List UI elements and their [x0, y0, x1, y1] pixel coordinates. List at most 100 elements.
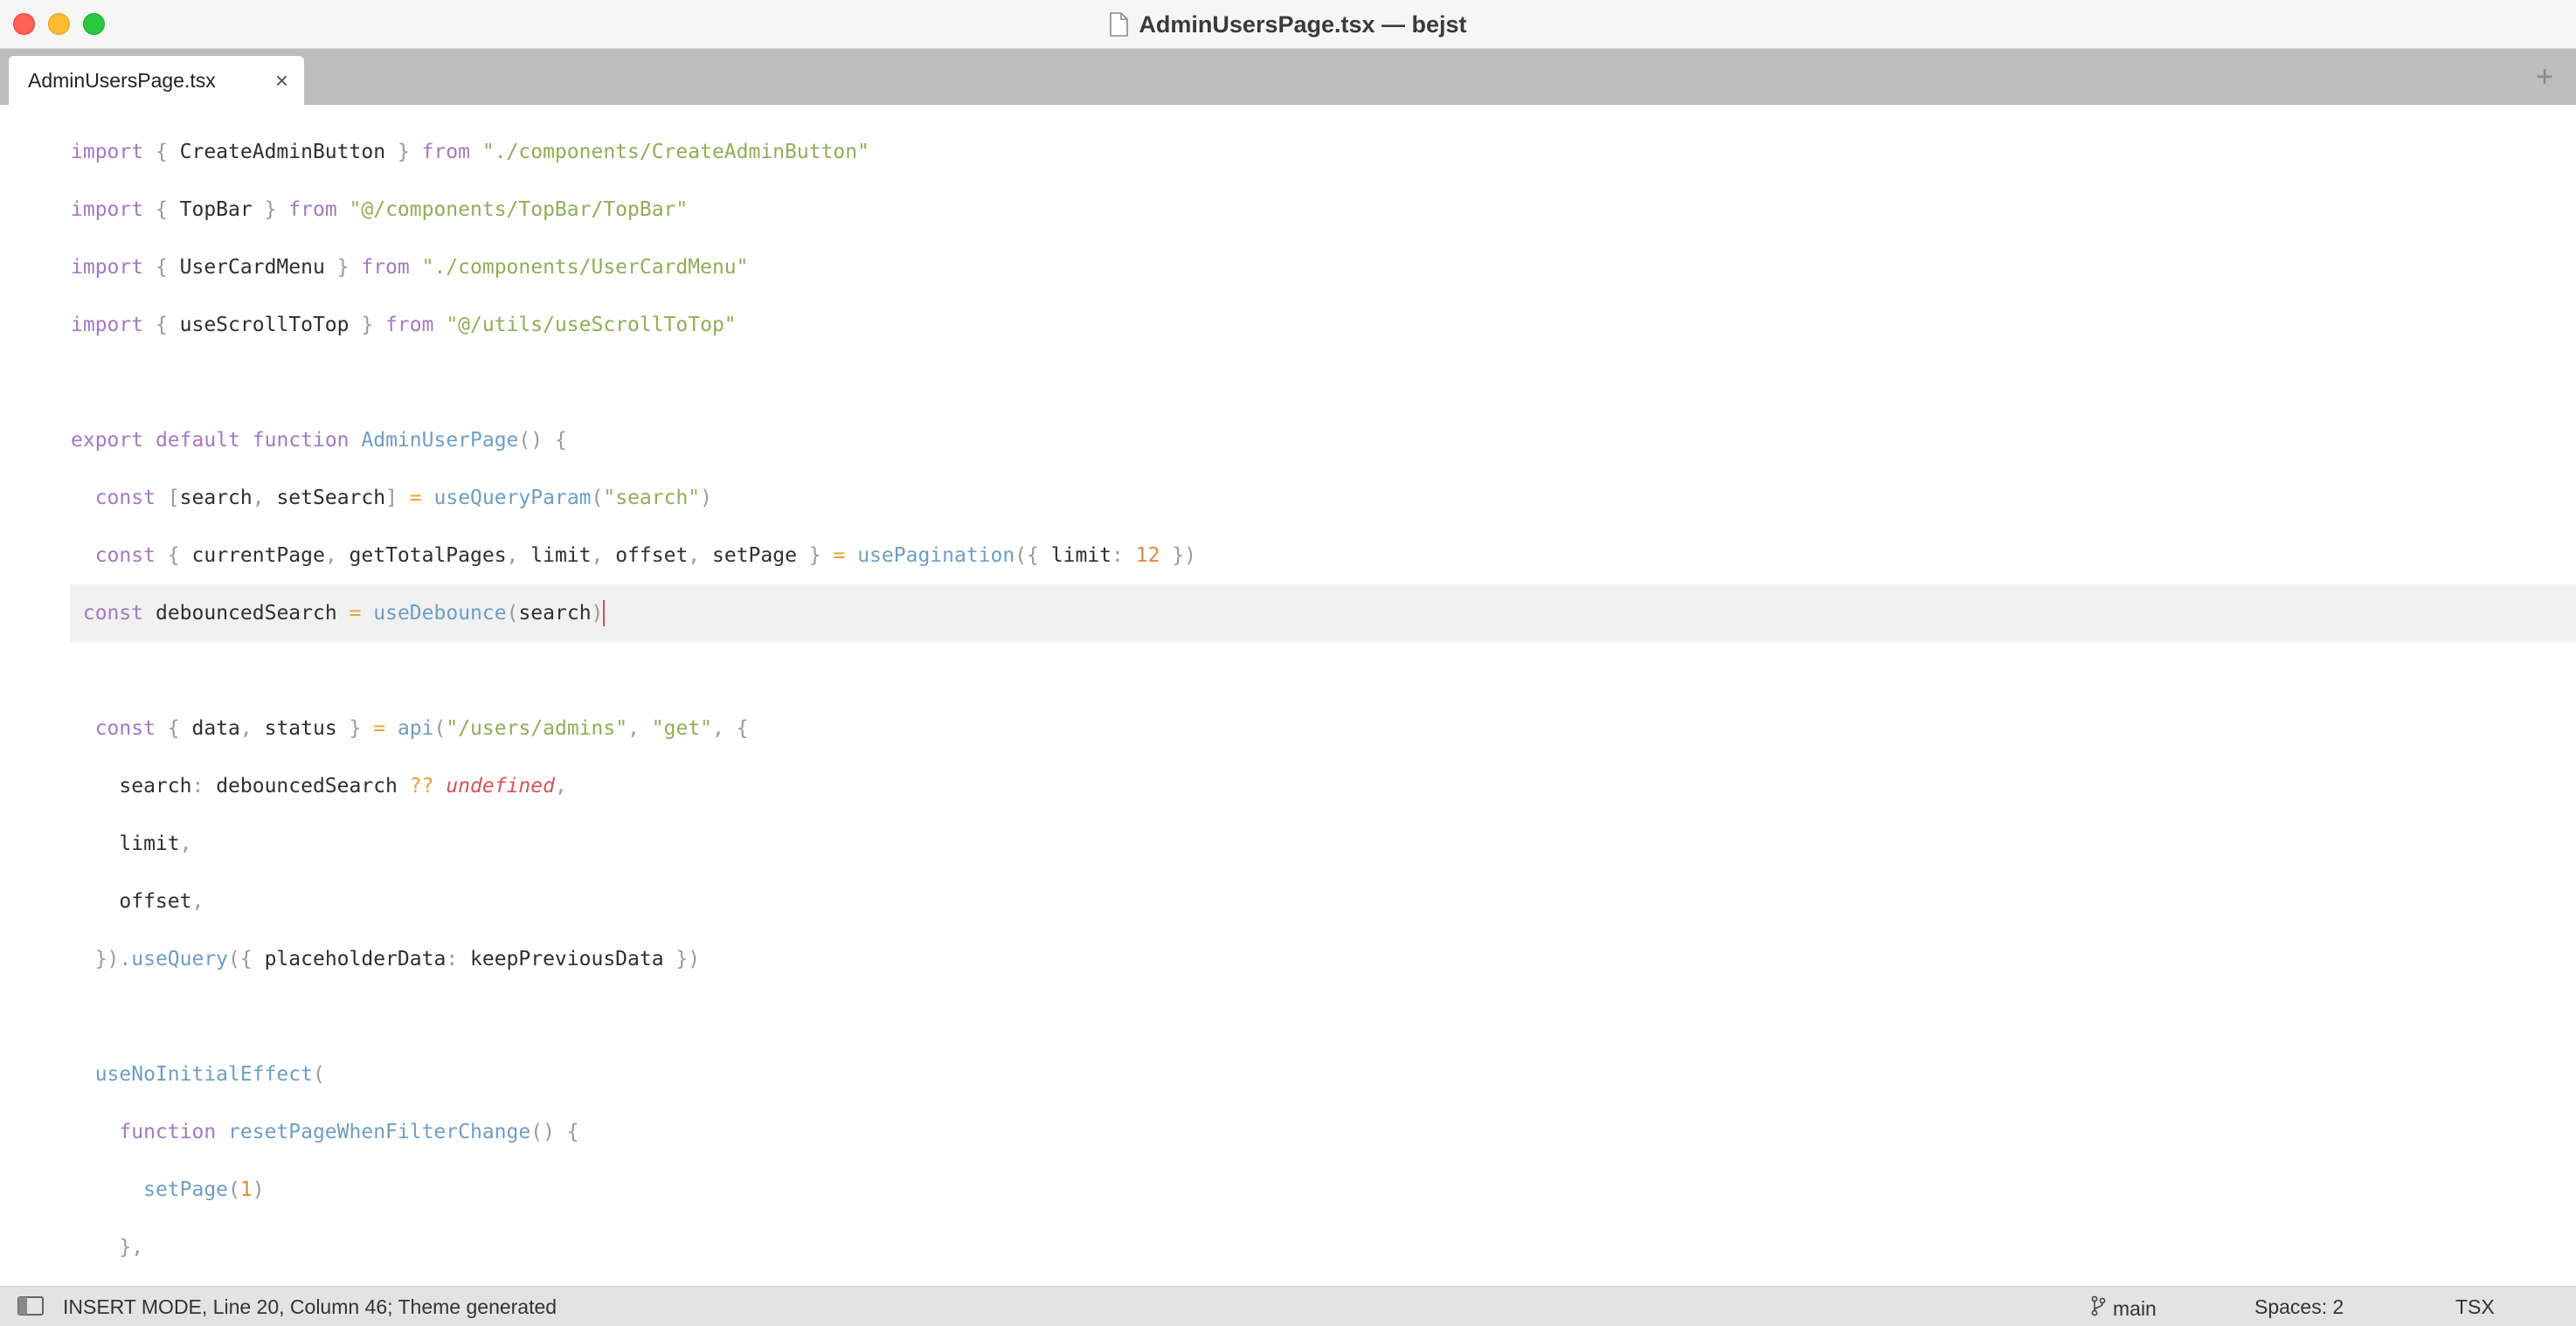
code-line[interactable] — [0, 354, 2576, 411]
code-token: ({ — [228, 948, 265, 970]
code-token: from — [361, 256, 410, 279]
code-token: = — [833, 544, 846, 567]
code-token: from — [421, 141, 470, 163]
code-token: { — [155, 544, 192, 567]
code-line[interactable]: setPage(1) — [0, 1161, 2576, 1219]
code-line[interactable]: export default function AdminUserPage() … — [0, 411, 2576, 469]
code-line[interactable]: useNoInitialEffect( — [0, 1046, 2576, 1103]
code-token: "/users/admins" — [446, 717, 628, 740]
code-token: const — [94, 487, 156, 509]
code-token: AdminUserPage — [361, 429, 519, 452]
tab-admin-users-page[interactable]: AdminUsersPage.tsx × — [9, 56, 304, 105]
code-line[interactable]: import { UserCardMenu } from "./componen… — [0, 238, 2576, 296]
code-token: : — [191, 775, 217, 798]
code-token: ( — [506, 602, 519, 625]
title-bar: AdminUsersPage.tsx — bejst — [0, 0, 2576, 49]
code-token: search — [518, 602, 592, 625]
code-token: UserCardMenu — [179, 256, 325, 279]
code-token: }) — [1160, 544, 1196, 567]
code-token: , { — [712, 717, 749, 740]
code-token: , — [506, 544, 531, 567]
code-token: useQueryParam — [433, 487, 592, 509]
branch-name: main — [2113, 1296, 2157, 1320]
syntax-status[interactable]: TSX — [2455, 1295, 2495, 1319]
code-line[interactable]: function resetPageWhenFilterChange() { — [0, 1103, 2576, 1161]
code-line[interactable]: const { currentPage, getTotalPages, limi… — [0, 527, 2576, 584]
code-line-current[interactable]: const debouncedSearch = useDebounce(sear… — [70, 584, 2576, 642]
code-token: ( — [228, 1178, 240, 1201]
indentation-status[interactable]: Spaces: 2 — [2254, 1295, 2344, 1319]
code-token: import — [71, 314, 144, 336]
code-line[interactable]: import { useScrollToTop } from "@/utils/… — [0, 296, 2576, 354]
code-token: status — [264, 717, 337, 740]
code-line[interactable]: import { CreateAdminButton } from "./com… — [0, 123, 2576, 181]
tab-close-icon[interactable]: × — [275, 68, 288, 93]
code-token: , — [688, 544, 712, 567]
code-line[interactable]: search: debouncedSearch ?? undefined, — [0, 757, 2576, 815]
code-token: data — [191, 717, 240, 740]
code-token: usePagination — [857, 544, 1015, 567]
code-token: = — [349, 602, 362, 625]
code-token: ) — [252, 1178, 265, 1201]
code-token: }). — [71, 948, 132, 970]
code-token: debouncedSearch — [155, 602, 337, 625]
code-token: offset — [615, 544, 689, 567]
code-token: , — [179, 832, 192, 855]
code-token: function — [119, 1121, 217, 1143]
code-line[interactable]: offset, — [0, 873, 2576, 930]
code-token: export — [71, 429, 144, 452]
code-token: limit — [1050, 544, 1112, 567]
code-token: , — [591, 544, 616, 567]
new-tab-button[interactable]: + — [2536, 59, 2553, 94]
code-line[interactable]: const { data, status } = api("/users/adm… — [0, 700, 2576, 757]
code-token: () { — [518, 429, 567, 452]
code-token: }, — [71, 1236, 144, 1259]
code-token: , — [554, 775, 567, 798]
branch-status[interactable]: main — [2090, 1295, 2157, 1322]
code-line[interactable] — [0, 988, 2576, 1046]
editor-mode-status[interactable]: INSERT MODE, Line 20, Column 46; Theme g… — [63, 1295, 557, 1319]
code-line[interactable] — [0, 642, 2576, 700]
code-token: ?? — [409, 775, 434, 798]
code-token: placeholderData — [264, 948, 447, 970]
code-token: = — [373, 717, 386, 740]
code-line[interactable]: import { TopBar } from "@/components/Top… — [0, 181, 2576, 238]
code-token: ) — [591, 602, 604, 625]
code-token: 1 — [239, 1178, 253, 1201]
code-token: } — [252, 198, 289, 221]
code-token: useQuery — [131, 948, 229, 970]
code-editor[interactable]: import { CreateAdminButton } from "./com… — [0, 105, 2576, 1286]
sidebar-toggle-icon[interactable] — [17, 1296, 44, 1321]
code-token: const — [82, 602, 144, 625]
code-token: from — [385, 314, 434, 336]
code-token: setPage — [712, 544, 797, 567]
code-token: ({ — [1014, 544, 1051, 567]
code-token: setSearch — [276, 487, 386, 509]
code-token: currentPage — [191, 544, 325, 567]
code-token: ( — [312, 1063, 325, 1086]
code-token: "./components/CreateAdminButton" — [481, 141, 869, 163]
code-token: () { — [530, 1121, 579, 1143]
code-line[interactable]: const [search, setSearch] = useQueryPara… — [0, 469, 2576, 527]
code-token: = — [409, 487, 422, 509]
code-token: } — [349, 314, 386, 336]
code-line[interactable]: }, — [0, 1219, 2576, 1276]
code-line[interactable]: limit, — [0, 815, 2576, 873]
code-line[interactable]: }). useQuery({ placeholderData: keepPrevi… — [0, 930, 2576, 988]
code-token: } — [796, 544, 834, 567]
tab-bar: AdminUsersPage.tsx × + — [0, 49, 2576, 105]
